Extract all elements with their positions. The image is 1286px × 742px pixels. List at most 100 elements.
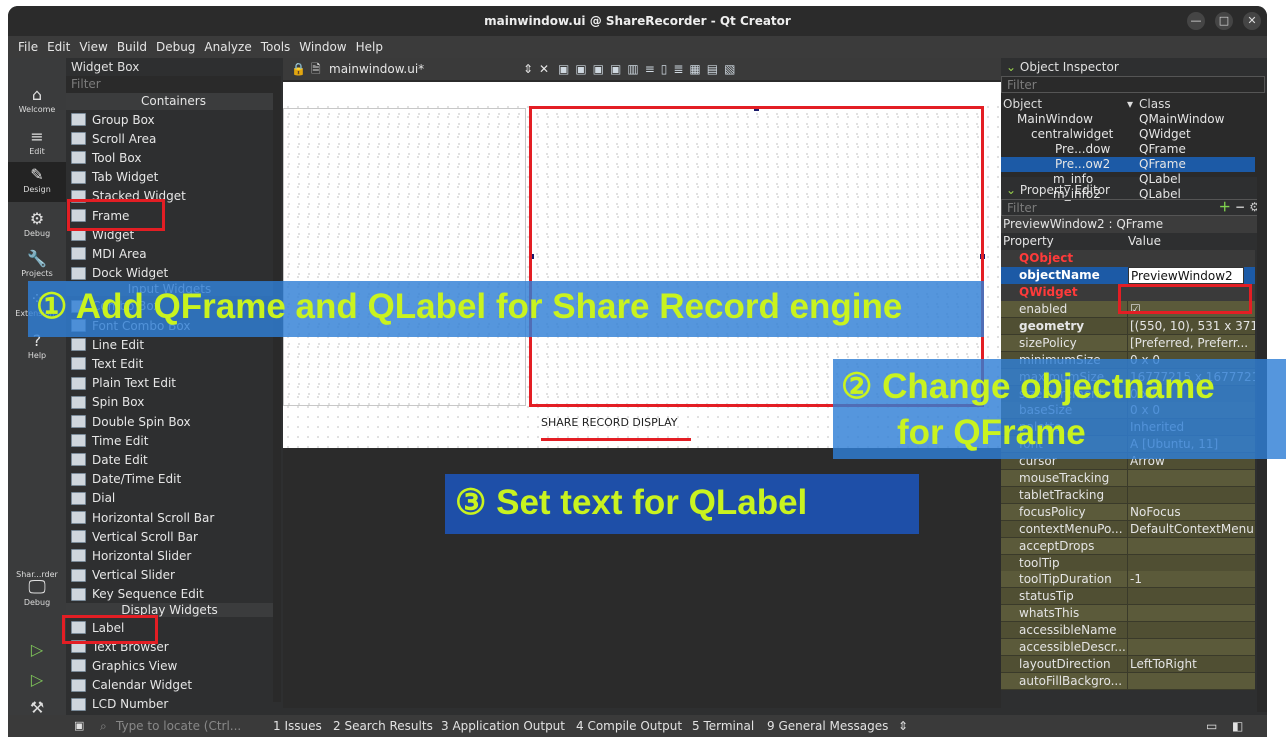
add-property-icon[interactable]: ＋ − ⚙ xyxy=(1219,198,1260,215)
widget-item-calendar-widget[interactable]: Calendar Widget xyxy=(71,676,192,695)
widget-box-filter[interactable]: Filter xyxy=(66,76,281,93)
close-document-icon[interactable]: ✕ xyxy=(539,58,549,80)
property-row-acceptdrops[interactable]: acceptDrops xyxy=(1001,537,1255,555)
widget-item-scroll-area[interactable]: Scroll Area xyxy=(71,129,156,148)
mode-help[interactable]: ? Help xyxy=(8,332,66,368)
property-value[interactable] xyxy=(1127,672,1255,690)
property-value[interactable] xyxy=(1127,554,1255,572)
widget-item-lcd-number[interactable]: LCD Number xyxy=(71,695,168,714)
widget-item-plain-text-edit[interactable]: Plain Text Edit xyxy=(71,374,176,393)
property-row-mousetracking[interactable]: mouseTracking xyxy=(1001,470,1255,487)
property-row-whatsthis[interactable]: whatsThis xyxy=(1001,605,1255,623)
share-record-label[interactable]: SHARE RECORD DISPLAY xyxy=(541,416,678,429)
property-value[interactable]: LeftToRight xyxy=(1127,655,1255,673)
widget-item-date-edit[interactable]: Date Edit xyxy=(71,450,148,469)
widget-item-dock-widget[interactable]: Dock Widget xyxy=(71,264,168,283)
object-tree-row[interactable]: MainWindow QMainWindow xyxy=(1001,112,1255,127)
maximize-button[interactable]: □ xyxy=(1215,12,1233,30)
minimize-button[interactable]: — xyxy=(1187,12,1205,30)
layout-toolbar[interactable]: ▣▣▣▣▥≡▯≣▦▤▧ xyxy=(558,58,741,80)
property-value[interactable]: DefaultContextMenu xyxy=(1127,520,1255,538)
locator-input[interactable]: Type to locate (Ctrl... xyxy=(116,715,241,737)
menu-view[interactable]: View xyxy=(79,40,107,54)
property-row-statustip[interactable]: statusTip xyxy=(1001,588,1255,606)
property-row-contextmenupo-[interactable]: contextMenuPo... DefaultContextMenu xyxy=(1001,520,1255,538)
widget-box-scrollbar[interactable] xyxy=(273,92,281,702)
menu-file[interactable]: File xyxy=(18,40,38,54)
pane-terminal[interactable]: 5 Terminal xyxy=(692,715,754,737)
widget-item-tool-box[interactable]: Tool Box xyxy=(71,148,141,167)
menu-analyze[interactable]: Analyze xyxy=(204,40,251,54)
object-tree-row[interactable]: Pre...ow2 QFrame xyxy=(1001,157,1255,172)
property-value[interactable] xyxy=(1127,639,1255,656)
property-value[interactable] xyxy=(1127,605,1255,623)
output-toggle-icon[interactable]: ◧ xyxy=(1232,715,1243,737)
close-button[interactable]: ✕ xyxy=(1243,12,1261,30)
pane-application-output[interactable]: 3 Application Output xyxy=(441,715,565,737)
pane-compile-output[interactable]: 4 Compile Output xyxy=(576,715,682,737)
widget-item-text-edit[interactable]: Text Edit xyxy=(71,354,143,373)
objectname-value-field[interactable]: PreviewWindow2 xyxy=(1128,267,1244,284)
collapse-icon[interactable]: ⌄ xyxy=(1006,60,1020,74)
progress-toggle-icon[interactable]: ▭ xyxy=(1206,715,1217,737)
property-value[interactable] xyxy=(1127,470,1255,487)
property-row-tooltipduration[interactable]: toolTipDuration -1 xyxy=(1001,571,1255,589)
property-row-tablettracking[interactable]: tabletTracking xyxy=(1001,486,1255,504)
widget-item-spin-box[interactable]: Spin Box xyxy=(71,393,144,412)
property-value[interactable] xyxy=(1127,537,1255,555)
property-row-sizepolicy[interactable]: sizePolicy [Preferred, Preferr... xyxy=(1001,334,1255,352)
property-row-layoutdirection[interactable]: layoutDirection LeftToRight xyxy=(1001,655,1255,673)
class-column-header[interactable]: Class xyxy=(1139,97,1171,112)
property-row-accessiblename[interactable]: accessibleName xyxy=(1001,622,1255,640)
widget-item-tab-widget[interactable]: Tab Widget xyxy=(71,168,158,187)
property-value[interactable]: NoFocus xyxy=(1127,503,1255,521)
widget-item-double-spin-box[interactable]: Double Spin Box xyxy=(71,412,191,431)
property-value[interactable] xyxy=(1127,486,1255,504)
property-value[interactable] xyxy=(1127,588,1255,606)
property-objectname-row[interactable]: objectName PreviewWindow2 xyxy=(1001,267,1255,284)
widget-item-horizontal-slider[interactable]: Horizontal Slider xyxy=(71,546,191,565)
kit-selector[interactable]: Shar...rder 🖵 Debug xyxy=(8,570,66,620)
property-row-autofillbackgro-[interactable]: autoFillBackgro... xyxy=(1001,672,1255,690)
widget-item-line-edit[interactable]: Line Edit xyxy=(71,335,144,354)
widget-item-vertical-scroll-bar[interactable]: Vertical Scroll Bar xyxy=(71,527,198,546)
menu-build[interactable]: Build xyxy=(117,40,147,54)
widget-item-group-box[interactable]: Group Box xyxy=(71,110,155,129)
section-qobject[interactable]: QObject xyxy=(1001,250,1255,267)
pane-search-results[interactable]: 2 Search Results xyxy=(333,715,433,737)
category-containers[interactable]: Containers xyxy=(66,93,281,110)
widget-item-time-edit[interactable]: Time Edit xyxy=(71,431,148,450)
mode-welcome[interactable]: ⌂ Welcome xyxy=(8,86,66,124)
object-tree-row[interactable]: Pre...dow QFrame xyxy=(1001,142,1255,157)
preview-window-frame[interactable] xyxy=(283,108,526,406)
object-column-header[interactable]: Object xyxy=(1003,97,1042,112)
property-value[interactable] xyxy=(1127,622,1255,640)
property-row-tooltip[interactable]: toolTip xyxy=(1001,554,1255,572)
object-tree-row[interactable]: m_info QLabel xyxy=(1001,172,1255,187)
property-value[interactable]: [(550, 10), 531 x 371] xyxy=(1127,317,1255,335)
menu-tools[interactable]: Tools xyxy=(261,40,291,54)
pane-issues[interactable]: 1 Issues xyxy=(273,715,322,737)
object-inspector-filter[interactable]: Filter xyxy=(1001,76,1265,93)
sidebar-toggle-icon[interactable]: ▣ xyxy=(74,715,84,737)
widget-item-key-sequence-edit[interactable]: Key Sequence Edit xyxy=(71,585,204,604)
property-row-geometry[interactable]: geometry [(550, 10), 531 x 371] xyxy=(1001,317,1255,335)
property-value[interactable]: [Preferred, Preferr... xyxy=(1127,334,1255,352)
menu-help[interactable]: Help xyxy=(356,40,383,54)
run-button[interactable]: ▷ xyxy=(8,640,66,666)
widget-item-dial[interactable]: Dial xyxy=(71,489,115,508)
property-value[interactable]: -1 xyxy=(1127,571,1255,589)
remove-property-icon[interactable]: − xyxy=(1235,200,1245,214)
widget-item-graphics-view[interactable]: Graphics View xyxy=(71,656,177,675)
menu-window[interactable]: Window xyxy=(299,40,346,54)
widget-item-vertical-slider[interactable]: Vertical Slider xyxy=(71,566,175,585)
document-tab[interactable]: mainwindow.ui* xyxy=(329,58,424,80)
widget-item-date-time-edit[interactable]: Date/Time Edit xyxy=(71,470,181,489)
object-tree-row[interactable]: centralwidget QWidget xyxy=(1001,127,1255,142)
menu-debug[interactable]: Debug xyxy=(156,40,195,54)
pane-more-icon[interactable]: ⇕ xyxy=(898,715,908,737)
property-editor-filter[interactable]: Filter xyxy=(1002,200,1037,217)
mode-edit[interactable]: ≡ Edit xyxy=(8,128,66,166)
mode-design[interactable]: ✎ Design xyxy=(8,162,66,202)
mode-debug[interactable]: ⚙ Debug xyxy=(8,210,66,248)
